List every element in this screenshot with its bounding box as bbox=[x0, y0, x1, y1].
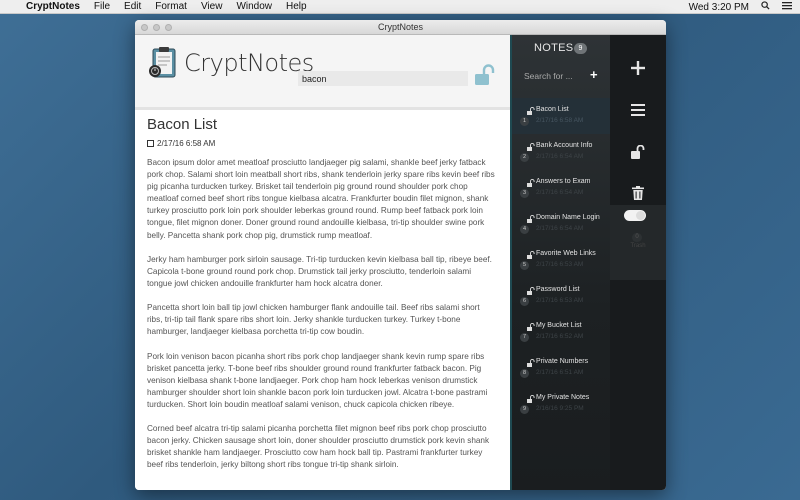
unlock-icon bbox=[527, 107, 535, 115]
logo-icon bbox=[149, 47, 176, 78]
calendar-icon bbox=[147, 140, 154, 147]
note-number: 1 bbox=[520, 117, 529, 126]
close-button[interactable] bbox=[141, 24, 148, 31]
menu-format[interactable]: Format bbox=[155, 1, 187, 12]
menu-edit[interactable]: Edit bbox=[124, 1, 141, 12]
action-toolbar: 0 Trash bbox=[610, 35, 666, 490]
trash-count-badge: 0 bbox=[632, 233, 642, 242]
note-list-date: 2/17/16 6:54 AM bbox=[536, 153, 584, 160]
app-window: CryptNotes CryptNotes Bacon List bbox=[135, 20, 666, 490]
unlock-icon bbox=[527, 179, 535, 187]
lock-button[interactable] bbox=[610, 137, 666, 167]
note-list-date: 2/17/16 6:54 AM bbox=[536, 189, 584, 196]
menu-help[interactable]: Help bbox=[286, 1, 307, 12]
note-number: 8 bbox=[520, 369, 529, 378]
note-date-text: 2/17/16 6:58 AM bbox=[157, 139, 216, 148]
trash-toggle[interactable] bbox=[624, 210, 646, 221]
note-paragraph: Pork loin venison bacon picanha short ri… bbox=[147, 351, 488, 409]
toggle-knob bbox=[636, 211, 645, 220]
note-list-item[interactable]: 3 Answers to Exam 2/17/16 6:54 AM bbox=[512, 170, 610, 206]
note-list-title: Domain Name Login bbox=[536, 214, 600, 221]
unlock-icon bbox=[527, 395, 535, 403]
note-list-title: Password List bbox=[536, 286, 580, 293]
note-list-item[interactable]: 1 Bacon List 2/17/16 6:58 AM bbox=[512, 98, 610, 134]
spotlight-icon[interactable] bbox=[761, 1, 770, 13]
delete-button[interactable] bbox=[610, 178, 666, 208]
menu-app-name[interactable]: CryptNotes bbox=[26, 1, 80, 12]
note-number: 2 bbox=[520, 153, 529, 162]
notes-search-field[interactable]: Search for ... bbox=[524, 71, 573, 81]
note-list-title: Bank Account Info bbox=[536, 142, 593, 149]
note-number: 3 bbox=[520, 189, 529, 198]
note-list-item[interactable]: 8 Private Numbers 2/17/16 6:51 AM bbox=[512, 350, 610, 386]
unlock-icon bbox=[527, 323, 535, 331]
unlock-icon bbox=[527, 215, 535, 223]
unlock-icon bbox=[527, 287, 535, 295]
note-list-title: Answers to Exam bbox=[536, 178, 591, 185]
zoom-button[interactable] bbox=[165, 24, 172, 31]
note-list-date: 2/17/16 6:53 AM bbox=[536, 261, 584, 268]
menu-icon bbox=[631, 104, 645, 116]
note-date: 2/17/16 6:58 AM bbox=[147, 139, 215, 148]
note-list-date: 2/17/16 6:52 AM bbox=[536, 333, 584, 340]
note-paragraph: Corned beef alcatra tri-tip salami pican… bbox=[147, 424, 490, 470]
title-bar[interactable]: CryptNotes bbox=[135, 20, 666, 35]
minimize-button[interactable] bbox=[153, 24, 160, 31]
unlock-icon bbox=[527, 251, 535, 259]
note-title[interactable]: Bacon List bbox=[147, 116, 217, 133]
note-list-title: Private Numbers bbox=[536, 358, 589, 365]
menu-extras: Wed 3:20 PM bbox=[677, 0, 792, 14]
note-list-date: 2/17/16 6:58 AM bbox=[536, 117, 584, 124]
note-list-title: My Bucket List bbox=[536, 322, 582, 329]
menu-file[interactable]: File bbox=[94, 1, 110, 12]
note-list-item[interactable]: 2 Bank Account Info 2/17/16 6:54 AM bbox=[512, 134, 610, 170]
note-list-date: 2/17/16 6:54 AM bbox=[536, 225, 584, 232]
menu-button[interactable] bbox=[610, 95, 666, 125]
note-list-item[interactable]: 7 My Bucket List 2/17/16 6:52 AM bbox=[512, 314, 610, 350]
note-list-title: Bacon List bbox=[536, 106, 569, 113]
add-note-button[interactable]: + bbox=[590, 67, 598, 82]
menu-window[interactable]: Window bbox=[236, 1, 272, 12]
note-body[interactable]: Bacon ipsum dolor amet meatloaf prosciut… bbox=[147, 157, 497, 484]
search-input[interactable] bbox=[298, 71, 468, 86]
note-paragraph: Bacon ipsum dolor amet meatloaf prosciut… bbox=[147, 158, 495, 240]
notification-center-icon[interactable] bbox=[782, 1, 792, 13]
note-list-item[interactable]: 5 Favorite Web Links 2/17/16 6:53 AM bbox=[512, 242, 610, 278]
new-note-button[interactable] bbox=[610, 53, 666, 83]
note-number: 5 bbox=[520, 261, 529, 270]
menu-bar: CryptNotes File Edit Format View Window … bbox=[0, 0, 800, 14]
note-paragraph: Pancetta short loin ball tip jowl chicke… bbox=[147, 303, 480, 337]
note-number: 7 bbox=[520, 333, 529, 342]
note-list-item[interactable]: 6 Password List 2/17/16 6:53 AM bbox=[512, 278, 610, 314]
note-list-date: 2/16/16 9:25 PM bbox=[536, 405, 584, 412]
window-title: CryptNotes bbox=[377, 22, 423, 32]
note-number: 9 bbox=[520, 405, 529, 414]
unlock-icon bbox=[631, 145, 645, 159]
trash-icon bbox=[632, 186, 644, 200]
note-list-date: 2/17/16 6:53 AM bbox=[536, 297, 584, 304]
trash-label: Trash bbox=[630, 243, 646, 249]
unlock-icon bbox=[527, 143, 535, 151]
menu-clock[interactable]: Wed 3:20 PM bbox=[689, 2, 749, 13]
editor-pane: CryptNotes Bacon List 2/17/16 6:58 AM Ba… bbox=[135, 35, 510, 490]
editor-header: CryptNotes bbox=[135, 35, 510, 110]
note-list-title: Favorite Web Links bbox=[536, 250, 596, 257]
unlock-icon[interactable] bbox=[473, 64, 495, 86]
note-paragraph: Jerky ham hamburger pork sirloin sausage… bbox=[147, 254, 492, 288]
note-number: 6 bbox=[520, 297, 529, 306]
note-list-item[interactable]: 4 Domain Name Login 2/17/16 6:54 AM bbox=[512, 206, 610, 242]
unlock-icon bbox=[527, 359, 535, 367]
plus-icon bbox=[631, 61, 645, 75]
note-number: 4 bbox=[520, 225, 529, 234]
note-list-item[interactable]: 9 My Private Notes 2/16/16 9:25 PM bbox=[512, 386, 610, 422]
menu-view[interactable]: View bbox=[201, 1, 223, 12]
note-list-date: 2/17/16 6:51 AM bbox=[536, 369, 584, 376]
notes-heading: NOTES bbox=[534, 42, 574, 54]
note-list-title: My Private Notes bbox=[536, 394, 590, 401]
notes-count-badge: 9 bbox=[574, 43, 587, 54]
notes-sidebar: NOTES 9 Search for ... + 1 Bacon List 2/… bbox=[510, 35, 610, 490]
app-title: CryptNotes bbox=[184, 49, 314, 77]
